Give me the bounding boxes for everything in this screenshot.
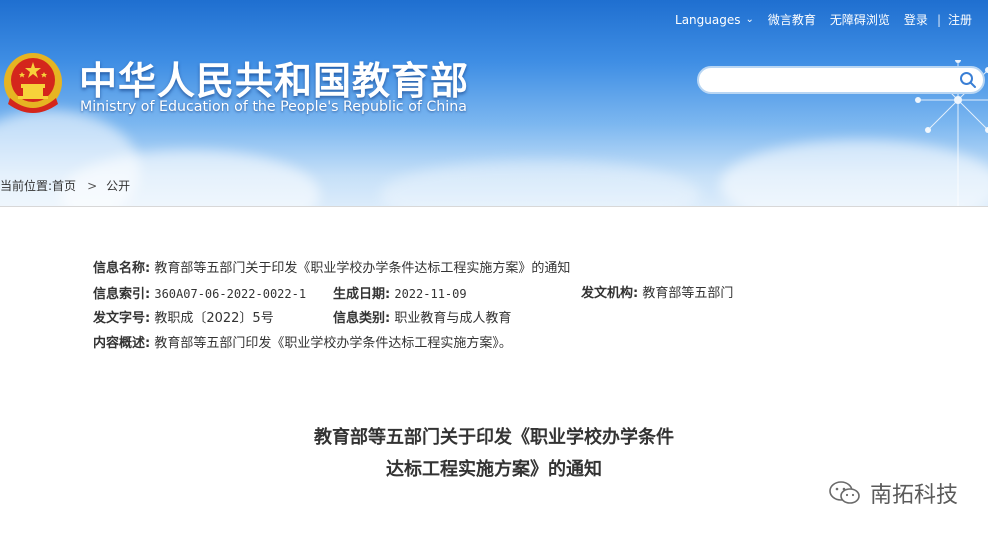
meta-docno-value: 教职成〔2022〕5号	[154, 311, 274, 326]
languages-menu[interactable]: Languages ⌄	[675, 13, 754, 27]
watermark-text: 南拓科技	[869, 483, 958, 508]
document-title-line1: 教育部等五部门关于印发《职业学校办学条件	[314, 427, 674, 448]
site-subtitle: Ministry of Education of the People's Re…	[80, 99, 467, 115]
meta-label: 内容概述:	[93, 336, 151, 351]
meta-label: 发文机构:	[581, 286, 639, 301]
meta-row-date: 生成日期: 2022-11-09	[333, 284, 467, 304]
breadcrumb: 当前位置: 首页 > 公开	[0, 177, 130, 194]
meta-category-value: 职业教育与成人教育	[394, 311, 512, 326]
watermark: 南拓科技	[828, 477, 958, 509]
search-icon[interactable]	[959, 71, 977, 89]
wechat-icon	[829, 481, 860, 504]
meta-date-value: 2022-11-09	[394, 287, 467, 301]
meta-row-org: 发文机构: 教育部等五部门	[581, 284, 733, 304]
breadcrumb-prefix: 当前位置:	[0, 179, 53, 193]
meta-label: 信息类别:	[333, 311, 391, 326]
breadcrumb-home-link[interactable]: 首页	[52, 177, 76, 194]
meta-name-value: 教育部等五部门关于印发《职业学校办学条件达标工程实施方案》的通知	[154, 261, 571, 276]
site-title[interactable]: 中华人民共和国教育部	[79, 50, 469, 105]
search-box	[697, 66, 985, 94]
meta-row-docno: 发文字号: 教职成〔2022〕5号	[93, 309, 274, 329]
register-link[interactable]: 注册	[948, 11, 972, 28]
top-navigation: Languages ⌄ 微言教育 无障碍浏览 登录 | 注册	[661, 11, 972, 28]
chevron-right-icon: >	[87, 178, 98, 193]
meta-label: 信息名称:	[93, 261, 151, 276]
meta-label: 生成日期:	[333, 287, 391, 302]
meta-index-value: 360A07-06-2022-0022-1	[154, 287, 307, 301]
breadcrumb-current[interactable]: 公开	[106, 177, 130, 194]
cloud-decoration	[380, 160, 700, 207]
languages-label: Languages	[675, 12, 741, 27]
meta-org-value: 教育部等五部门	[642, 286, 734, 301]
meta-label: 发文字号:	[93, 311, 151, 326]
nav-separator: |	[936, 12, 941, 27]
meta-row-index: 信息索引: 360A07-06-2022-0022-1	[93, 284, 306, 304]
meta-summary-value: 教育部等五部门印发《职业学校办学条件达标工程实施方案》。	[154, 336, 512, 351]
login-link[interactable]: 登录	[904, 11, 928, 28]
national-emblem-icon[interactable]	[2, 50, 64, 116]
accessibility-link[interactable]: 无障碍浏览	[830, 11, 890, 28]
wechat-link[interactable]: 微言教育	[768, 11, 816, 28]
site-header: Languages ⌄ 微言教育 无障碍浏览 登录 | 注册 中华人民共和国教育…	[0, 0, 988, 207]
main-content: 信息名称: 教育部等五部门关于印发《职业学校办学条件达标工程实施方案》的通知 信…	[0, 206, 988, 533]
chevron-down-icon: ⌄	[745, 14, 754, 25]
meta-row-category: 信息类别: 职业教育与成人教育	[333, 309, 511, 329]
meta-row-name: 信息名称: 教育部等五部门关于印发《职业学校办学条件达标工程实施方案》的通知	[93, 259, 570, 279]
meta-row-summary: 内容概述: 教育部等五部门印发《职业学校办学条件达标工程实施方案》。	[93, 334, 512, 354]
search-input[interactable]	[709, 71, 953, 91]
meta-label: 信息索引:	[93, 287, 151, 302]
